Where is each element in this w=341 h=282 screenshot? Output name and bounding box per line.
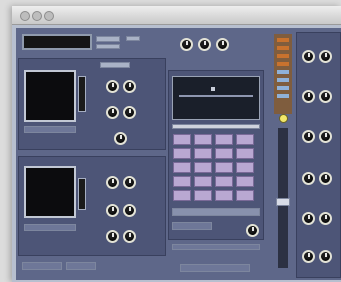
oscillator-2-knob-6[interactable] (123, 230, 136, 243)
mode-button[interactable] (126, 36, 140, 41)
bank-button[interactable] (96, 44, 120, 49)
center-separator (172, 124, 260, 129)
center-footer-field[interactable] (172, 244, 260, 250)
oscillator-2-knob-4[interactable] (123, 204, 136, 217)
footer-field[interactable] (180, 264, 250, 272)
right-knob-7[interactable] (302, 172, 315, 185)
right-knob-5[interactable] (302, 130, 315, 143)
right-knob-2[interactable] (319, 50, 332, 63)
meter-cell (277, 46, 289, 50)
oscillator-2-scope (24, 166, 76, 218)
synth-rack (16, 28, 341, 280)
pad[interactable] (194, 162, 212, 173)
right-knob-1[interactable] (302, 50, 315, 63)
oscillator-2-knob-2[interactable] (123, 176, 136, 189)
pad[interactable] (173, 190, 191, 201)
pad[interactable] (215, 134, 233, 145)
pad[interactable] (236, 134, 254, 145)
right-knob-6[interactable] (319, 130, 332, 143)
pad[interactable] (236, 162, 254, 173)
center-lower-field[interactable] (172, 222, 212, 230)
right-knob-12[interactable] (319, 250, 332, 263)
pad[interactable] (194, 148, 212, 159)
center-knob[interactable] (246, 224, 259, 237)
pad[interactable] (215, 190, 233, 201)
preset-button[interactable] (96, 36, 120, 42)
oscillator-2-knob-1[interactable] (106, 176, 119, 189)
zoom-icon[interactable] (44, 11, 54, 21)
status-led (279, 114, 288, 123)
right-fader-handle[interactable] (276, 198, 290, 206)
right-knob-4[interactable] (319, 90, 332, 103)
oscillator-1-tab[interactable] (100, 62, 130, 68)
oscillator-2-knob-5[interactable] (106, 230, 119, 243)
window-titlebar[interactable] (12, 6, 341, 25)
pad[interactable] (173, 134, 191, 145)
oscillator-2-slider[interactable] (78, 178, 86, 210)
oscillator-2-knob-3[interactable] (106, 204, 119, 217)
pad[interactable] (236, 176, 254, 187)
right-knob-8[interactable] (319, 172, 332, 185)
pad[interactable] (194, 190, 212, 201)
top-knob-3[interactable] (216, 38, 229, 51)
pad[interactable] (173, 176, 191, 187)
oscillator-2-selector[interactable] (24, 224, 76, 231)
preset-display[interactable] (22, 34, 92, 50)
pad[interactable] (173, 148, 191, 159)
meter-cell (277, 70, 289, 74)
oscillator-1-knob-4[interactable] (123, 106, 136, 119)
meter-cell (277, 54, 289, 58)
pad[interactable] (194, 176, 212, 187)
pad[interactable] (236, 148, 254, 159)
minimize-icon[interactable] (32, 11, 42, 21)
pad[interactable] (236, 190, 254, 201)
right-knob-3[interactable] (302, 90, 315, 103)
meter-cell (277, 86, 289, 90)
center-lower-bar[interactable] (172, 208, 260, 216)
pad[interactable] (173, 162, 191, 173)
oscillator-1-slider[interactable] (78, 76, 86, 112)
close-icon[interactable] (20, 11, 30, 21)
oscillator-1-knob-1[interactable] (106, 80, 119, 93)
meter-cell (277, 78, 289, 82)
pad[interactable] (215, 162, 233, 173)
bottom-left-field[interactable] (22, 262, 62, 270)
center-lcd (172, 76, 260, 120)
lcd-marker (211, 87, 215, 91)
top-knob-1[interactable] (180, 38, 193, 51)
pad[interactable] (215, 148, 233, 159)
right-knob-10[interactable] (319, 212, 332, 225)
bottom-left-field-2[interactable] (66, 262, 96, 270)
oscillator-1-scope (24, 70, 76, 122)
right-knob-panel (296, 32, 341, 278)
lcd-line (179, 95, 253, 97)
oscillator-1-knob-3[interactable] (106, 106, 119, 119)
meter-cell (277, 62, 289, 66)
oscillator-1-knob-5[interactable] (114, 132, 127, 145)
oscillator-1-knob-2[interactable] (123, 80, 136, 93)
pad[interactable] (215, 176, 233, 187)
meter-cell (277, 94, 289, 98)
oscillator-1-selector[interactable] (24, 126, 76, 133)
top-knob-2[interactable] (198, 38, 211, 51)
right-knob-9[interactable] (302, 212, 315, 225)
pad[interactable] (194, 134, 212, 145)
app-window (12, 6, 341, 282)
right-knob-11[interactable] (302, 250, 315, 263)
meter-cell (277, 38, 289, 42)
